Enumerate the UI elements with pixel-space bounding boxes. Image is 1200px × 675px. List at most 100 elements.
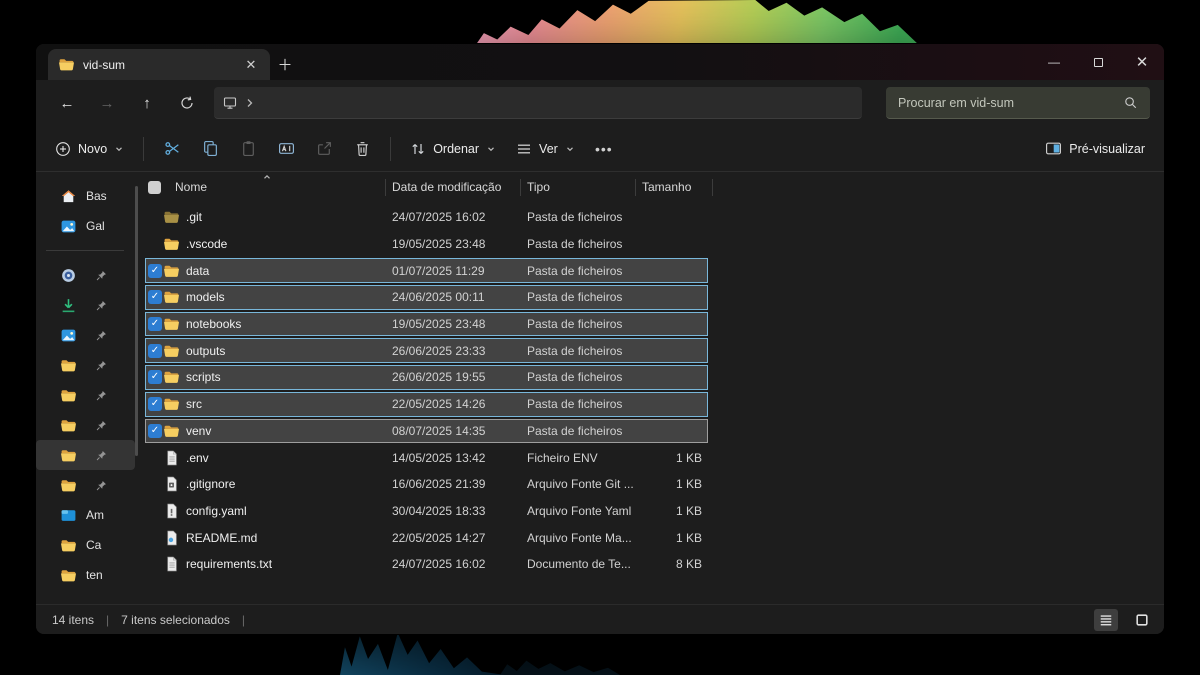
file-type: Pasta de ficheiros	[527, 424, 622, 438]
file-row[interactable]: ✓ .env 14/05/2025 13:42 Ficheiro ENV 1 K…	[145, 444, 708, 471]
preview-button[interactable]: Pré-visualizar	[1036, 132, 1154, 166]
file-name: venv	[186, 424, 211, 438]
sidebar-item[interactable]: Am	[36, 500, 135, 530]
file-row[interactable]: ✓ .git 24/07/2025 16:02 Pasta de ficheir…	[145, 204, 708, 231]
minimize-button[interactable]: —	[1032, 44, 1076, 80]
sidebar-item[interactable]	[36, 320, 135, 350]
sort-button[interactable]: Ordenar	[401, 132, 505, 166]
sidebar-item[interactable]: Bas	[36, 181, 135, 211]
file-type: Pasta de ficheiros	[527, 397, 622, 411]
share-button[interactable]	[306, 132, 342, 166]
file-name: models	[186, 290, 225, 304]
column-divider[interactable]	[712, 179, 713, 196]
address-bar[interactable]	[214, 87, 862, 119]
back-button[interactable]: ←	[50, 87, 84, 119]
scissors-icon	[164, 140, 181, 157]
file-name: src	[186, 397, 202, 411]
file-row[interactable]: ✓ .gitignore 16/06/2025 21:39 Arquivo Fo…	[145, 471, 708, 498]
row-checkbox[interactable]: ✓	[148, 317, 162, 331]
file-date: 22/05/2025 14:26	[392, 397, 485, 411]
close-button[interactable]: ✕	[1120, 44, 1164, 80]
view-lines-icon	[516, 141, 532, 157]
file-row[interactable]: ✓ venv 08/07/2025 14:35 Pasta de ficheir…	[145, 418, 708, 445]
refresh-button[interactable]	[170, 87, 204, 119]
more-button[interactable]: •••	[586, 132, 622, 166]
column-header-size[interactable]: Tamanho	[642, 180, 691, 194]
rename-button[interactable]	[268, 132, 304, 166]
folder-icon	[60, 387, 77, 404]
check-icon: ✓	[151, 346, 159, 356]
up-button[interactable]: ↑	[130, 87, 164, 119]
check-icon: ✓	[151, 266, 159, 276]
select-all-checkbox[interactable]	[148, 181, 161, 194]
pin-icon	[95, 389, 108, 402]
file-row[interactable]: ✓ config.yaml 30/04/2025 18:33 Arquivo F…	[145, 498, 708, 525]
sidebar-item[interactable]	[36, 380, 135, 410]
paste-button[interactable]	[230, 132, 266, 166]
file-row[interactable]: ✓ outputs 26/06/2025 23:33 Pasta de fich…	[145, 337, 708, 364]
sort-arrows-icon	[410, 141, 426, 157]
row-checkbox[interactable]: ✓	[148, 344, 162, 358]
view-button[interactable]: Ver	[507, 132, 584, 166]
row-checkbox[interactable]: ✓	[148, 370, 162, 384]
maximize-button[interactable]	[1076, 44, 1120, 80]
sidebar-item[interactable]	[36, 470, 135, 500]
new-tab-button[interactable]: ＋	[270, 49, 300, 80]
cut-button[interactable]	[154, 132, 190, 166]
column-header-name[interactable]: Nome	[175, 180, 207, 194]
command-toolbar: Novo Ordenar Ver	[36, 126, 1164, 172]
sidebar-item[interactable]: Ca	[36, 530, 135, 560]
file-date: 19/05/2025 23:48	[392, 317, 485, 331]
sort-ascending-icon	[262, 172, 272, 182]
tab-close-icon[interactable]: ✕	[242, 56, 260, 74]
file-row[interactable]: ✓ src 22/05/2025 14:26 Pasta de ficheiro…	[145, 391, 708, 418]
column-divider[interactable]	[385, 179, 386, 196]
pin-icon	[95, 269, 108, 282]
file-date: 01/07/2025 11:29	[392, 264, 485, 278]
search-box[interactable]: Procurar em vid-sum	[886, 87, 1150, 119]
file-row[interactable]: ✓ .vscode 19/05/2025 23:48 Pasta de fich…	[145, 231, 708, 258]
pin-icon	[95, 479, 108, 492]
sidebar-divider	[46, 250, 124, 251]
file-row[interactable]: ✓ notebooks 19/05/2025 23:48 Pasta de fi…	[145, 311, 708, 338]
breadcrumb-chevron-icon	[242, 95, 258, 111]
column-divider[interactable]	[635, 179, 636, 196]
sidebar-scrollbar[interactable]	[135, 186, 138, 456]
delete-button[interactable]	[344, 132, 380, 166]
sidebar-item[interactable]: ten	[36, 560, 135, 590]
sidebar-item[interactable]	[36, 290, 135, 320]
row-checkbox[interactable]: ✓	[148, 290, 162, 304]
thumbnail-view-button[interactable]	[1130, 609, 1154, 631]
file-type: Pasta de ficheiros	[527, 344, 622, 358]
sidebar-item[interactable]	[36, 260, 135, 290]
wallpaper-bottom-ridge	[340, 633, 505, 675]
file-row[interactable]: ✓ scripts 26/06/2025 19:55 Pasta de fich…	[145, 364, 708, 391]
tab-vid-sum[interactable]: vid-sum ✕	[48, 49, 270, 80]
copy-button[interactable]	[192, 132, 228, 166]
content-area: Bas Gal Am	[36, 172, 1164, 604]
row-checkbox[interactable]: ✓	[148, 264, 162, 278]
new-button[interactable]: Novo	[46, 132, 133, 166]
file-md-icon	[163, 529, 180, 546]
new-label: Novo	[78, 142, 107, 156]
sidebar-item[interactable]	[36, 410, 135, 440]
row-checkbox[interactable]: ✓	[148, 397, 162, 411]
sidebar-item[interactable]: Gal	[36, 211, 135, 241]
file-row[interactable]: ✓ README.md 22/05/2025 14:27 Arquivo Fon…	[145, 524, 708, 551]
file-txt-icon	[163, 449, 180, 466]
column-header-type[interactable]: Tipo	[527, 180, 550, 194]
preview-label: Pré-visualizar	[1069, 142, 1145, 156]
file-row[interactable]: ✓ data 01/07/2025 11:29 Pasta de ficheir…	[145, 257, 708, 284]
forward-button[interactable]: →	[90, 87, 124, 119]
file-row[interactable]: ✓ requirements.txt 24/07/2025 16:02 Docu…	[145, 551, 708, 578]
file-row[interactable]: ✓ models 24/06/2025 00:11 Pasta de fiche…	[145, 284, 708, 311]
details-view-button[interactable]	[1094, 609, 1118, 631]
file-date: 22/05/2025 14:27	[392, 531, 485, 545]
column-divider[interactable]	[520, 179, 521, 196]
sidebar-item[interactable]	[36, 350, 135, 380]
file-type: Ficheiro ENV	[527, 451, 598, 465]
sidebar-item[interactable]	[36, 440, 135, 470]
file-date: 26/06/2025 19:55	[392, 370, 485, 384]
row-checkbox[interactable]: ✓	[148, 424, 162, 438]
column-header-date[interactable]: Data de modificação	[392, 180, 501, 194]
